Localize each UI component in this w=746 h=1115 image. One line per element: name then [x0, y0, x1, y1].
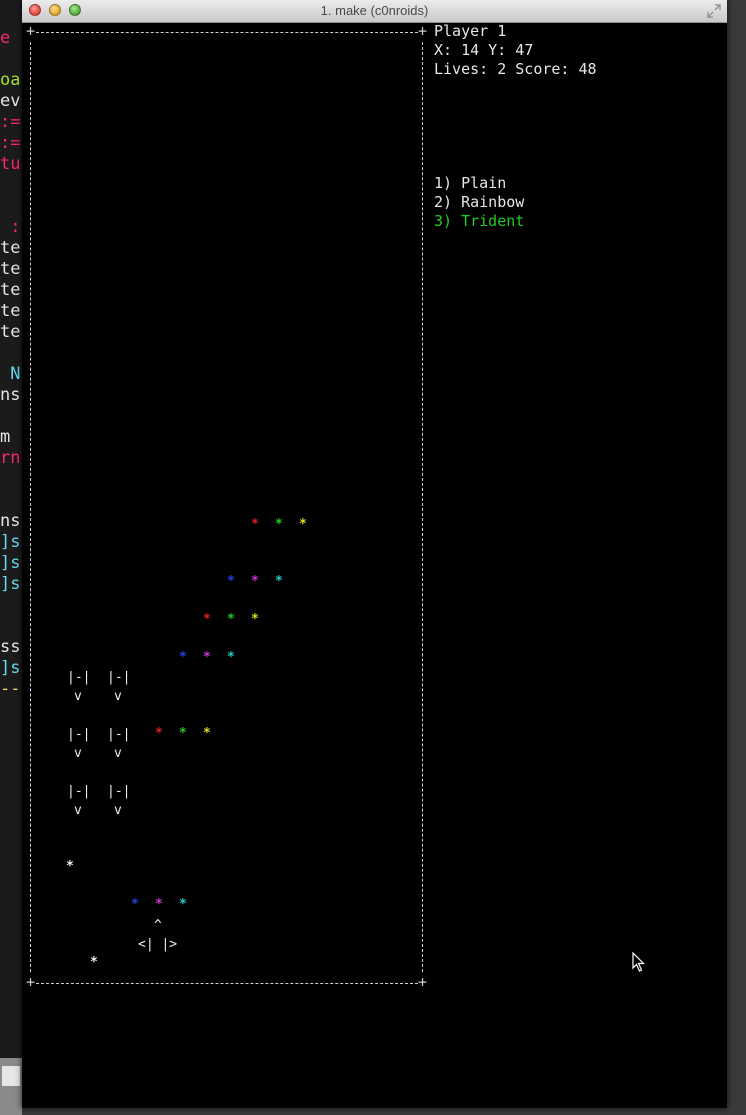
player-ship-nose: ^: [154, 918, 162, 933]
window-title: 1. make (c0nroids): [320, 3, 429, 18]
mouse-pointer-icon: [632, 952, 645, 972]
background-code-fragment: ]s: [0, 574, 21, 594]
invader-top: |-|: [107, 784, 131, 799]
background-code-fragment: ev: [0, 91, 21, 111]
background-code-fragment: te: [0, 238, 21, 258]
border-top: [36, 32, 418, 33]
bullet-yellow: *: [299, 517, 307, 532]
background-code-fragment: ns: [0, 385, 21, 405]
background-code-fragment: rn: [0, 448, 21, 468]
border-corner-bottom-right: +: [418, 973, 428, 991]
background-editor-window[interactable]: e oa ev:=:= tu : te te te te te Nns m rn ns]s]s]s ss…: [0, 0, 22, 1115]
background-code-fragment: te: [0, 322, 21, 342]
invader-bottom: v: [74, 689, 82, 704]
player-label: Player 1: [434, 22, 507, 40]
bullet-green: *: [275, 517, 283, 532]
background-code-fragment: ]s: [0, 532, 21, 552]
background-code-fragment: ]s: [0, 553, 21, 573]
invader-top: |-|: [67, 784, 91, 799]
bullet-yellow: *: [251, 612, 259, 627]
border-left: [30, 42, 31, 972]
background-code-fragment: m: [0, 427, 11, 447]
background-code-fragment: oa: [0, 70, 21, 90]
border-corner-bottom-left: +: [26, 973, 36, 991]
border-corner-top-left: +: [26, 22, 36, 40]
bullet-green: *: [179, 726, 187, 741]
invader-bottom: v: [74, 746, 82, 761]
bullet-magenta: *: [251, 574, 259, 589]
background-code-fragment: ns: [0, 511, 21, 531]
invader-top: |-|: [67, 727, 91, 742]
background-code-fragment: :=: [0, 112, 21, 132]
title-bar[interactable]: 1. make (c0nroids): [22, 0, 727, 23]
invader-bottom: v: [114, 803, 122, 818]
bullet-yellow: *: [203, 726, 211, 741]
invader-bottom: v: [74, 803, 82, 818]
background-code-fragment: te: [0, 259, 21, 279]
invader-bottom: v: [114, 746, 122, 761]
background-window-scroll-area: [2, 1066, 20, 1086]
background-code-fragment: :: [0, 217, 21, 237]
bullet-blue: *: [227, 574, 235, 589]
bullet-blue: *: [131, 897, 139, 912]
border-right: [422, 42, 423, 972]
bullet-magenta: *: [155, 897, 163, 912]
bullet-red: *: [251, 517, 259, 532]
background-code-fragment: :=: [0, 133, 21, 153]
background-code-fragment: ]s: [0, 658, 21, 678]
bullet-red: *: [203, 612, 211, 627]
bullet-red: *: [155, 726, 163, 741]
background-code-fragment: e: [0, 28, 11, 48]
weapon-option-trident[interactable]: 3) Trident: [434, 212, 524, 231]
bullet-cyan: *: [275, 574, 283, 589]
bullet-magenta: *: [203, 650, 211, 665]
background-code-fragment: tu: [0, 154, 21, 174]
position-readout: X: 14 Y: 47: [434, 41, 534, 59]
bullet-cyan: *: [227, 650, 235, 665]
weapon-option-rainbow[interactable]: 2) Rainbow: [434, 193, 524, 212]
fullscreen-icon[interactable]: [707, 4, 721, 18]
bullet-blue: *: [179, 650, 187, 665]
enemy-bullet: *: [66, 859, 74, 874]
border-bottom: [36, 983, 418, 984]
background-code-fragment: ss: [0, 637, 21, 657]
weapon-option-plain[interactable]: 1) Plain: [434, 174, 506, 193]
invader-top: |-|: [107, 670, 131, 685]
background-code-fragment: --: [0, 679, 21, 699]
player-ship-body: <| |>: [138, 937, 178, 952]
invader-bottom: v: [114, 689, 122, 704]
border-corner-top-right: +: [418, 22, 428, 40]
invader-top: |-|: [67, 670, 91, 685]
background-code-fragment: te: [0, 280, 21, 300]
bullet-green: *: [227, 612, 235, 627]
enemy-bullet: *: [90, 955, 98, 970]
terminal-window[interactable]: 1. make (c0nroids) + + + + |-| v |-| v |-| v |…: [22, 0, 727, 1108]
background-code-fragment: te: [0, 301, 21, 321]
background-window-bottom: [0, 1058, 22, 1115]
background-code-fragment: N: [0, 364, 21, 384]
lives-score-readout: Lives: 2 Score: 48: [434, 60, 597, 78]
bullet-cyan: *: [179, 897, 187, 912]
invader-top: |-|: [107, 727, 131, 742]
